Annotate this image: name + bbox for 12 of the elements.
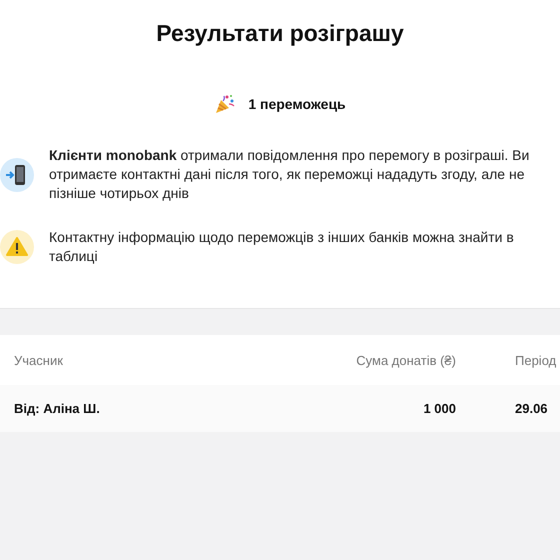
winners-count: 1 переможець bbox=[248, 96, 346, 112]
table-cell-text: Від: Аліна Ш. bbox=[13, 401, 101, 416]
notice-text: Контактну інформацію щодо переможців з інших банків можна знайти в таблиці bbox=[49, 228, 515, 266]
column-header: Сума донатів (₴) bbox=[355, 352, 456, 368]
party-popper-icon bbox=[214, 93, 236, 115]
table-cell-text: 29.06 bbox=[515, 401, 549, 416]
notice-text: Клієнти monobank отримали повідомлення про перемогу в розіграші. Ви отримаєте контактні дані після того, як переможці нададуть згоду, але не пізніше чотирьох днів bbox=[49, 146, 530, 203]
column-header: Учасник bbox=[13, 352, 64, 368]
column-header: Період bbox=[515, 352, 558, 368]
table-cell-text: 1 000 bbox=[422, 401, 456, 416]
page-title: Результати розіграшу bbox=[156, 19, 404, 48]
warning-icon bbox=[0, 230, 34, 264]
